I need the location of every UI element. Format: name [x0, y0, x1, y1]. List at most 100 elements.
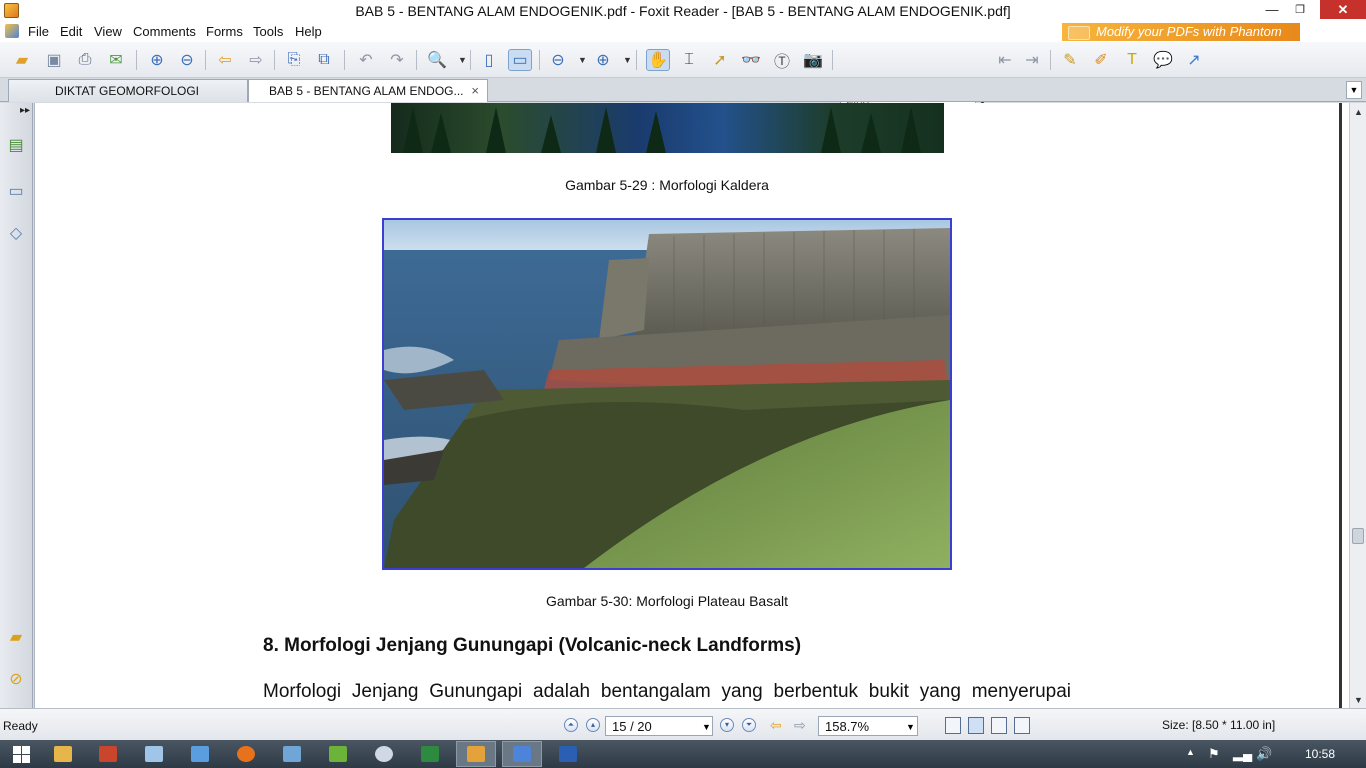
typewriter-icon[interactable]: Ⓣ: [770, 49, 794, 71]
continuous-icon[interactable]: [968, 717, 984, 734]
forward-icon[interactable]: ⇨: [244, 49, 268, 71]
volume-icon[interactable]: 🔊: [1256, 746, 1272, 762]
powerpoint-icon[interactable]: [88, 741, 128, 767]
zoom-plus-dropdown[interactable]: ▼: [623, 55, 632, 65]
close-button[interactable]: ✕: [1320, 0, 1366, 19]
fit-width-icon[interactable]: ▭: [508, 49, 532, 71]
attachments-icon[interactable]: ⊘: [7, 669, 25, 691]
network-icon[interactable]: ▂▄: [1233, 746, 1252, 762]
menu-edit[interactable]: Edit: [60, 24, 82, 39]
snapshot-icon[interactable]: 📷: [801, 49, 825, 71]
insert-icon[interactable]: ⧉: [312, 49, 336, 71]
continuous-facing-icon[interactable]: [1014, 717, 1030, 734]
menu-help[interactable]: Help: [295, 24, 322, 39]
find-next-icon[interactable]: ⇥: [1020, 49, 1044, 71]
excel-icon[interactable]: [410, 741, 450, 767]
back-icon[interactable]: ⇦: [213, 49, 237, 71]
menu-view[interactable]: View: [94, 24, 122, 39]
first-page-icon[interactable]: ⏶: [564, 718, 578, 732]
figure-caption-5-30: Gambar 5-30: Morfologi Plateau Basalt: [545, 593, 788, 609]
email-icon[interactable]: ✉: [104, 49, 128, 71]
facing-icon[interactable]: [991, 717, 1007, 734]
file-explorer-icon[interactable]: [43, 741, 83, 767]
next-page-icon[interactable]: ▾: [720, 718, 734, 732]
navigation-sidebar: ▤ ▭ ◇ ▰ ⊘: [0, 103, 33, 708]
menu-file[interactable]: File: [28, 24, 49, 39]
menu-comments[interactable]: Comments: [133, 24, 196, 39]
prev-page-icon[interactable]: ▴: [586, 718, 600, 732]
menu-tools[interactable]: Tools: [253, 24, 283, 39]
pdf-app-icon[interactable]: [456, 741, 496, 767]
zoom-level-dropdown[interactable]: ▼: [906, 722, 915, 732]
highlight-icon[interactable]: ✐: [1089, 49, 1113, 71]
comments-icon[interactable]: ▰: [7, 627, 25, 649]
page-down-icon[interactable]: ⊖: [175, 49, 199, 71]
page-dropdown-arrow[interactable]: ▼: [702, 722, 711, 732]
open-icon[interactable]: ▰: [10, 49, 34, 71]
word-icon[interactable]: [548, 741, 588, 767]
kaldera-photo: [391, 103, 944, 153]
scroll-down-icon[interactable]: ▼: [1354, 695, 1363, 705]
show-hidden-icons[interactable]: ▲: [1186, 747, 1195, 757]
document-view[interactable]: Gambar 5-29 : Morfologi Kaldera Gambar 5…: [34, 103, 1349, 708]
last-page-icon[interactable]: ⏷: [742, 718, 756, 732]
body-paragraph: Morfologi Jenjang Gunungapi adalah benta…: [263, 681, 1071, 702]
zoom-plus-icon[interactable]: ⊕: [591, 49, 615, 71]
tab-label: DIKTAT GEOMORFOLOGI: [55, 84, 200, 98]
hand-icon[interactable]: ✋: [646, 49, 670, 71]
scroll-up-icon[interactable]: ▲: [1354, 107, 1363, 117]
select-text-icon[interactable]: ⌶: [677, 49, 701, 71]
plateau-basalt-photo: [382, 218, 952, 570]
tab-bab5[interactable]: BAB 5 - BENTANG ALAM ENDOG... ×: [248, 79, 488, 102]
layers-icon[interactable]: ◇: [7, 223, 25, 245]
next-view-icon[interactable]: ⇨: [794, 717, 806, 734]
phantom-ad-banner[interactable]: Modify your PDFs with Phantom: [1062, 23, 1300, 41]
single-page-icon[interactable]: [945, 717, 961, 734]
undo-icon[interactable]: ↶: [354, 49, 378, 71]
zoom-out-icon[interactable]: ⊖: [546, 49, 570, 71]
network-app-icon[interactable]: [180, 741, 220, 767]
document-icon: [5, 24, 19, 38]
page-number-field[interactable]: 15 / 20: [605, 716, 713, 736]
paint-icon[interactable]: [364, 741, 404, 767]
keyboard-app-icon[interactable]: [272, 741, 312, 767]
tab-close-icon[interactable]: ×: [471, 80, 479, 102]
zoom-in-icon[interactable]: 🔍: [425, 49, 449, 71]
tab-diktat-geomorfologi[interactable]: DIKTAT GEOMORFOLOGI: [8, 79, 248, 102]
window-title: BAB 5 - BENTANG ALAM ENDOGENIK.pdf - Fox…: [355, 3, 1011, 19]
save-icon[interactable]: ▣: [42, 49, 66, 71]
firefox-icon[interactable]: [226, 741, 266, 767]
note-icon[interactable]: 💬: [1151, 49, 1175, 71]
pages-icon[interactable]: ▭: [7, 181, 25, 203]
vertical-scrollbar[interactable]: ▲ ▼: [1349, 103, 1366, 708]
find-prev-icon[interactable]: ⇤: [993, 49, 1017, 71]
green-app-icon[interactable]: [318, 741, 358, 767]
expand-sidebar-icon[interactable]: ▸▸: [20, 105, 30, 116]
zoom-out-dropdown[interactable]: ▼: [578, 55, 587, 65]
text-box-icon[interactable]: T: [1120, 49, 1144, 71]
tab-list-dropdown[interactable]: ▼: [1346, 81, 1362, 99]
arrow-icon[interactable]: ↗: [1182, 49, 1206, 71]
previous-view-icon[interactable]: ⇦: [770, 717, 782, 734]
page-up-icon[interactable]: ⊕: [145, 49, 169, 71]
menu-forms[interactable]: Forms: [206, 24, 243, 39]
start-button[interactable]: [6, 744, 34, 764]
redo-icon[interactable]: ↷: [385, 49, 409, 71]
sign-icon[interactable]: ✎: [1058, 49, 1082, 71]
find-icon[interactable]: 👓: [739, 49, 763, 71]
clock[interactable]: 10:58: [1305, 747, 1335, 761]
print-icon[interactable]: ⎙: [73, 49, 97, 71]
scroll-thumb[interactable]: [1352, 528, 1364, 544]
zoom-dropdown-arrow[interactable]: ▼: [458, 55, 467, 65]
select-icon[interactable]: ➚: [708, 49, 732, 71]
foxit-reader-taskbar-icon[interactable]: [502, 741, 542, 767]
bookmarks-icon[interactable]: ▤: [7, 135, 25, 157]
extract-icon[interactable]: ⎘: [282, 49, 306, 71]
fit-page-icon[interactable]: ▯: [477, 49, 501, 71]
page-size-text: Size: [8.50 * 11.00 in]: [1162, 718, 1276, 732]
flag-icon[interactable]: ⚑: [1208, 746, 1220, 762]
minimize-button[interactable]: —: [1258, 0, 1286, 20]
zoom-level-field[interactable]: 158.7%: [818, 716, 918, 736]
restore-button[interactable]: ❐: [1286, 0, 1314, 20]
notepad-icon[interactable]: [134, 741, 174, 767]
